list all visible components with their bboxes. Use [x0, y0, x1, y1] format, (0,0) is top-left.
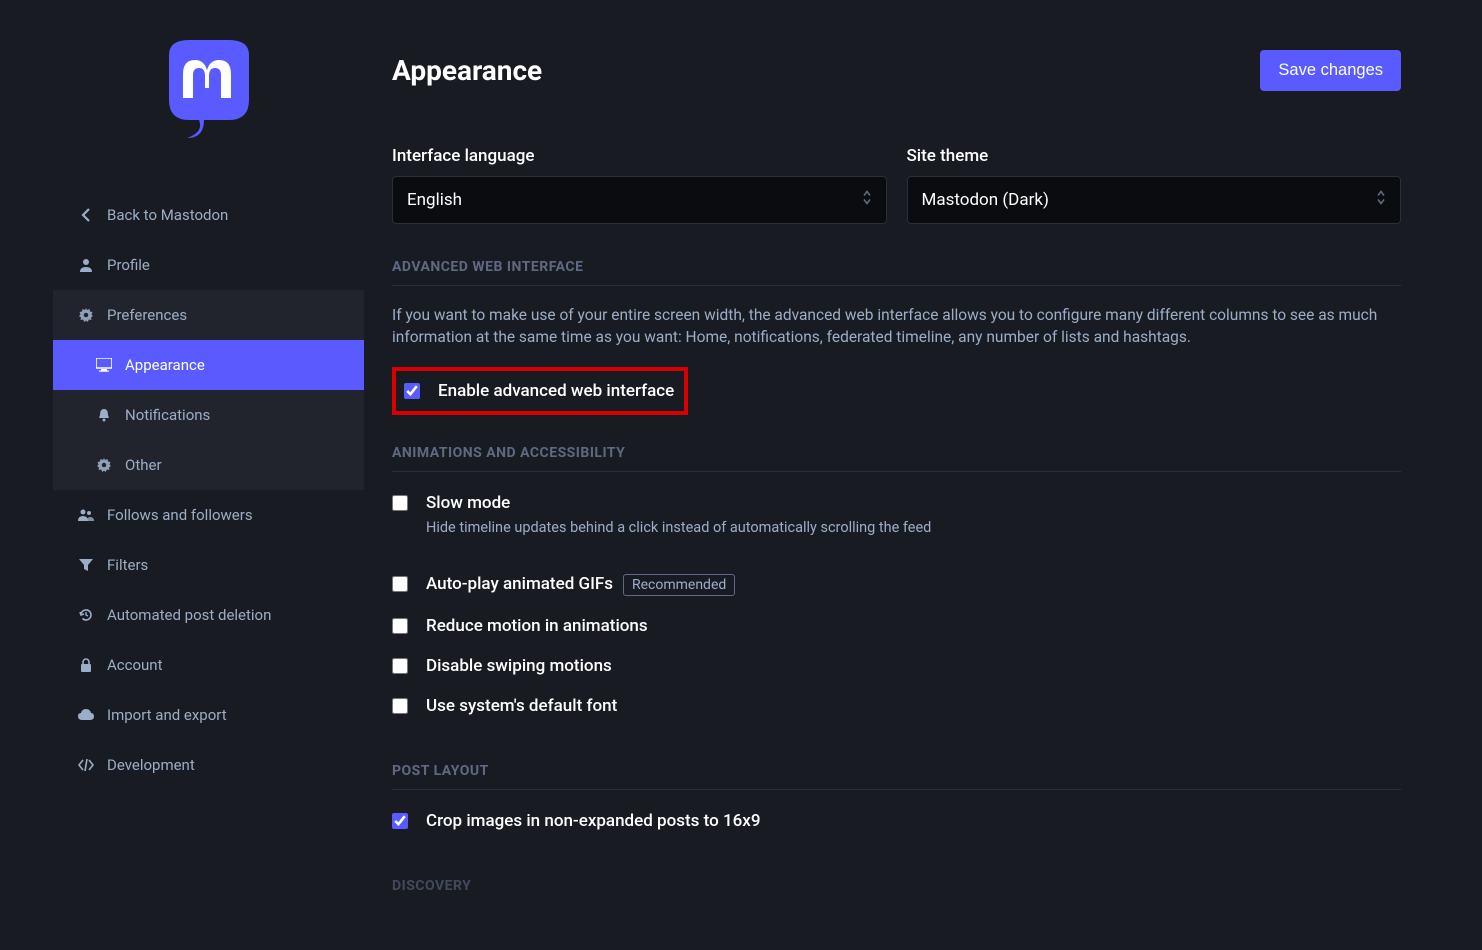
sidebar-item-label: Automated post deletion: [107, 606, 271, 624]
interface-language-label: Interface language: [392, 146, 887, 166]
autoplay-gifs-row: Auto-play animated GIFs Recommended: [392, 571, 1401, 599]
post-layout-heading: POST LAYOUT: [392, 763, 1401, 790]
sidebar-item-label: Import and export: [107, 706, 227, 724]
chevron-left-icon: [77, 208, 95, 222]
enable-advanced-web-interface-label: Enable advanced web interface: [438, 381, 674, 401]
sidebar-item-profile[interactable]: Profile: [53, 240, 364, 290]
sidebar-item-label: Preferences: [107, 306, 187, 324]
sidebar-back-link[interactable]: Back to Mastodon: [53, 190, 364, 240]
slow-mode-checkbox[interactable]: [392, 495, 408, 511]
gear-icon: [77, 308, 95, 322]
reduce-motion-row: Reduce motion in animations: [392, 613, 1401, 639]
advanced-web-interface-heading: ADVANCED WEB INTERFACE: [392, 259, 1401, 286]
user-icon: [77, 258, 95, 272]
sidebar-item-automated-deletion[interactable]: Automated post deletion: [53, 590, 364, 640]
advanced-web-interface-description: If you want to make use of your entire s…: [392, 304, 1401, 349]
sidebar-item-label: Account: [107, 656, 163, 674]
site-theme-label: Site theme: [907, 146, 1402, 166]
crop-images-row: Crop images in non-expanded posts to 16x…: [392, 808, 1401, 834]
bell-icon: [95, 408, 113, 422]
mastodon-logo-icon: [159, 40, 259, 150]
lock-icon: [77, 658, 95, 672]
sidebar-preferences-group: Preferences Appearance Notifications Oth…: [53, 290, 364, 490]
sidebar-item-filters[interactable]: Filters: [53, 540, 364, 590]
field-row: Interface language English Site theme Ma…: [392, 146, 1401, 224]
animations-accessibility-heading: ANIMATIONS AND ACCESSIBILITY: [392, 445, 1401, 472]
sidebar-item-account[interactable]: Account: [53, 640, 364, 690]
system-font-checkbox[interactable]: [392, 698, 408, 714]
slow-mode-label: Slow mode: [426, 493, 510, 513]
recommended-badge: Recommended: [623, 574, 735, 596]
filter-icon: [77, 558, 95, 572]
site-theme-select[interactable]: Mastodon (Dark): [907, 176, 1402, 224]
sidebar-back-label: Back to Mastodon: [107, 206, 228, 224]
sidebar-item-preferences[interactable]: Preferences: [53, 290, 364, 340]
crop-images-label: Crop images in non-expanded posts to 16x…: [426, 811, 761, 831]
slow-mode-row: Slow mode Hide timeline updates behind a…: [392, 490, 1401, 539]
slow-mode-description: Hide timeline updates behind a click ins…: [426, 519, 931, 536]
select-arrows-icon: [862, 190, 872, 211]
autoplay-gifs-checkbox[interactable]: [392, 576, 408, 592]
disable-swiping-label: Disable swiping motions: [426, 656, 612, 676]
sidebar-item-label: Appearance: [125, 356, 205, 374]
sidebar-nav: Back to Mastodon Profile Preferences App…: [53, 190, 364, 790]
sidebar-item-import-export[interactable]: Import and export: [53, 690, 364, 740]
history-icon: [77, 608, 95, 622]
select-value: English: [407, 190, 462, 210]
sidebar-item-development[interactable]: Development: [53, 740, 364, 790]
sidebar-item-label: Follows and followers: [107, 506, 253, 524]
sidebar-item-label: Profile: [107, 256, 150, 274]
save-changes-button[interactable]: Save changes: [1260, 50, 1401, 91]
page-title: Appearance: [392, 54, 542, 87]
site-theme-field: Site theme Mastodon (Dark): [907, 146, 1402, 224]
reduce-motion-label: Reduce motion in animations: [426, 616, 648, 636]
logo-area: [53, 0, 364, 190]
sidebar-item-follows[interactable]: Follows and followers: [53, 490, 364, 540]
system-font-row: Use system's default font: [392, 693, 1401, 719]
users-icon: [77, 508, 95, 522]
sidebar-item-label: Other: [125, 456, 162, 474]
desktop-icon: [95, 358, 113, 372]
enable-advanced-web-interface-checkbox[interactable]: [404, 383, 420, 399]
code-icon: [77, 759, 95, 771]
sidebar-item-label: Filters: [107, 556, 148, 574]
autoplay-gifs-label: Auto-play animated GIFs: [426, 574, 613, 594]
sidebar: Back to Mastodon Profile Preferences App…: [53, 0, 364, 950]
sidebar-item-label: Development: [107, 756, 195, 774]
sidebar-item-other[interactable]: Other: [53, 440, 364, 490]
highlighted-checkbox-box: Enable advanced web interface: [392, 367, 688, 415]
gear-icon: [95, 458, 113, 472]
crop-images-checkbox[interactable]: [392, 813, 408, 829]
disable-swiping-row: Disable swiping motions: [392, 653, 1401, 679]
main-content: Appearance Save changes Interface langua…: [364, 0, 1429, 950]
page-header: Appearance Save changes: [392, 50, 1401, 91]
interface-language-select[interactable]: English: [392, 176, 887, 224]
sidebar-item-label: Notifications: [125, 406, 210, 424]
reduce-motion-checkbox[interactable]: [392, 618, 408, 634]
select-arrows-icon: [1376, 190, 1386, 211]
system-font-label: Use system's default font: [426, 696, 617, 716]
interface-language-field: Interface language English: [392, 146, 887, 224]
sidebar-item-appearance[interactable]: Appearance: [53, 340, 364, 390]
select-value: Mastodon (Dark): [922, 190, 1049, 210]
cloud-icon: [77, 709, 95, 721]
disable-swiping-checkbox[interactable]: [392, 658, 408, 674]
sidebar-item-notifications[interactable]: Notifications: [53, 390, 364, 440]
discovery-heading: DISCOVERY: [392, 878, 1401, 904]
